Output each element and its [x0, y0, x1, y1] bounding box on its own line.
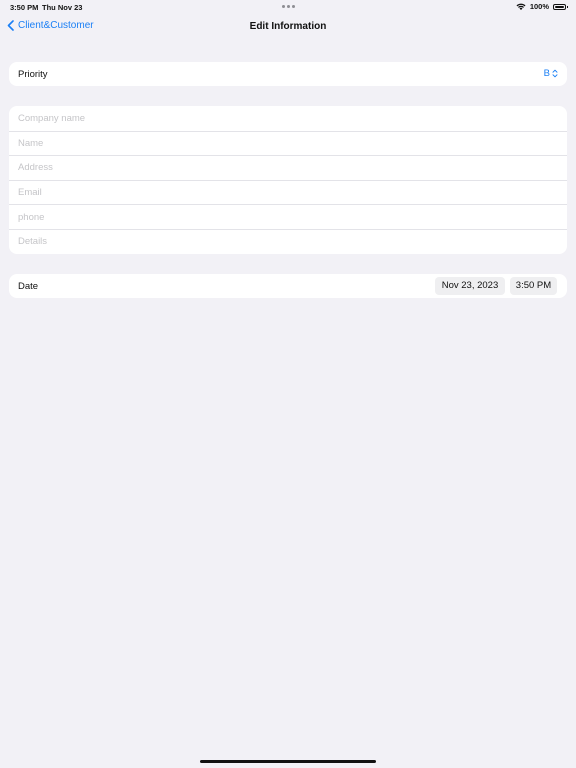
details-input[interactable] [18, 229, 558, 254]
phone-input[interactable] [18, 205, 558, 229]
priority-label: Priority [18, 69, 48, 80]
email-input[interactable] [18, 180, 558, 205]
status-time: 3:50 PM [10, 3, 39, 12]
company-name-input[interactable] [18, 106, 558, 131]
priority-row[interactable]: Priority B [9, 62, 567, 86]
status-right: 100% [516, 2, 568, 11]
address-row [9, 155, 567, 180]
priority-picker[interactable]: B [544, 68, 558, 79]
priority-value: B [543, 68, 550, 79]
address-input[interactable] [18, 156, 558, 180]
details-row [9, 228, 567, 254]
email-row [9, 179, 567, 205]
time-picker-button[interactable]: 3:50 PM [510, 277, 557, 295]
wifi-icon [516, 3, 526, 10]
page-title: Edit Information [249, 21, 327, 32]
date-row: Date Nov 23, 2023 3:50 PM [9, 274, 567, 298]
status-bar: 3:50 PM Thu Nov 23 100% [0, 0, 576, 14]
battery-icon [553, 3, 568, 10]
multitasking-dots-icon[interactable] [282, 5, 295, 8]
navigation-bar: Client&Customer Edit Information [0, 14, 576, 42]
phone-row [9, 204, 567, 229]
date-picker-button[interactable]: Nov 23, 2023 [435, 277, 505, 295]
name-row [9, 130, 567, 156]
contact-form [9, 106, 567, 254]
home-indicator[interactable] [200, 760, 376, 763]
company-name-row [9, 106, 567, 131]
date-label: Date [18, 281, 39, 292]
chevron-up-down-icon [552, 69, 558, 78]
name-input[interactable] [18, 131, 558, 156]
battery-percentage: 100% [529, 2, 549, 11]
status-date: Thu Nov 23 [42, 3, 83, 12]
